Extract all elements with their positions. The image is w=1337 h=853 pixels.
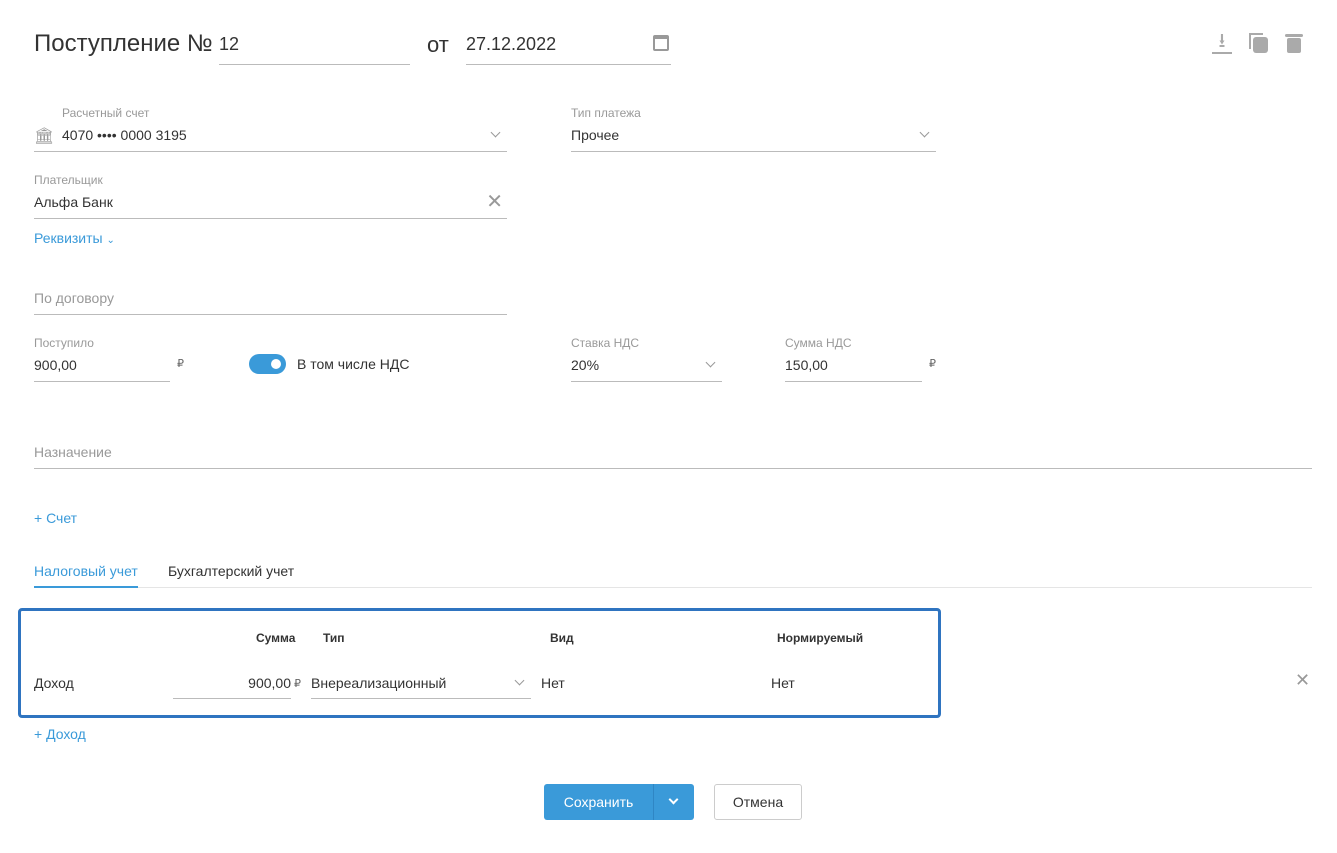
chevron-down-icon bbox=[919, 127, 930, 138]
currency-ruble: ₽ bbox=[929, 358, 936, 370]
row-type-select[interactable]: Внереализационный bbox=[311, 667, 531, 699]
details-link-label: Реквизиты bbox=[34, 230, 103, 246]
payment-type-select[interactable]: Прочее bbox=[571, 122, 936, 152]
chevron-down-icon: ⌄ bbox=[106, 235, 115, 246]
delete-icon[interactable] bbox=[1285, 32, 1303, 54]
add-income-link[interactable]: + Доход bbox=[34, 726, 86, 742]
currency-ruble: ₽ bbox=[294, 678, 301, 690]
purpose-placeholder: Назначение bbox=[34, 444, 112, 460]
received-input[interactable]: 900,00 bbox=[34, 352, 170, 382]
date-value: 27.12.2022 bbox=[466, 34, 557, 54]
vat-rate-value: 20% bbox=[571, 357, 600, 373]
document-number-value: 12 bbox=[219, 34, 240, 54]
tabs: Налоговый учет Бухгалтерский учет bbox=[34, 556, 1312, 588]
header-normalized: Нормируемый bbox=[777, 631, 864, 645]
tab-tax[interactable]: Налоговый учет bbox=[34, 563, 138, 588]
row-name: Доход bbox=[34, 675, 74, 691]
vat-toggle[interactable] bbox=[249, 354, 286, 374]
row-sum-input[interactable]: 900,00 bbox=[173, 667, 291, 699]
account-value: 4070 •••• 0000 3195 bbox=[62, 127, 187, 143]
payer-input[interactable]: Альфа Банк ✕ bbox=[34, 189, 507, 219]
date-prefix: от bbox=[427, 32, 449, 57]
bank-icon: 🏛 bbox=[34, 128, 55, 145]
row-type-value: Внереализационный bbox=[311, 675, 447, 691]
save-button-group: Сохранить bbox=[544, 784, 694, 820]
vat-sum-value: 150,00 bbox=[785, 357, 828, 373]
vat-rate-label: Ставка НДС bbox=[571, 336, 640, 350]
vat-sum-input[interactable]: 150,00 bbox=[785, 352, 922, 382]
date-input[interactable]: 27.12.2022 bbox=[466, 30, 671, 65]
save-button[interactable]: Сохранить bbox=[544, 784, 653, 820]
chevron-down-icon bbox=[668, 794, 679, 805]
vat-rate-select[interactable]: 20% bbox=[571, 352, 722, 382]
calendar-icon[interactable] bbox=[653, 35, 669, 51]
copy-icon[interactable] bbox=[1249, 33, 1269, 53]
payment-type-label: Тип платежа bbox=[571, 106, 641, 120]
vat-sum-label: Сумма НДС bbox=[785, 336, 852, 350]
row-normalized: Нет bbox=[771, 675, 795, 691]
chevron-down-icon bbox=[705, 357, 716, 368]
header-type: Тип bbox=[323, 631, 345, 645]
purpose-input[interactable]: Назначение bbox=[34, 437, 1312, 469]
tab-accounting[interactable]: Бухгалтерский учет bbox=[168, 563, 294, 579]
page-title: Поступление № bbox=[34, 30, 213, 57]
document-number-input[interactable]: 12 bbox=[219, 30, 410, 65]
received-label: Поступило bbox=[34, 336, 94, 350]
row-sum-value: 900,00 bbox=[248, 675, 291, 691]
currency-ruble: ₽ bbox=[177, 358, 184, 370]
income-table: Сумма Тип Вид Нормируемый Доход 900,00 ₽… bbox=[18, 608, 941, 718]
cancel-button[interactable]: Отмена bbox=[714, 784, 802, 820]
header-kind: Вид bbox=[550, 631, 574, 645]
received-value: 900,00 bbox=[34, 357, 77, 373]
clear-icon[interactable]: ✕ bbox=[486, 189, 503, 214]
save-options-button[interactable] bbox=[654, 784, 694, 820]
chevron-down-icon bbox=[514, 675, 525, 686]
payer-label: Плательщик bbox=[34, 173, 103, 187]
download-icon[interactable]: ⭳ bbox=[1212, 31, 1232, 54]
payment-type-value: Прочее bbox=[571, 127, 620, 143]
account-label: Расчетный счет bbox=[62, 106, 150, 120]
remove-row-icon[interactable]: ✕ bbox=[1295, 670, 1310, 691]
contract-placeholder: По договору bbox=[34, 290, 114, 306]
payer-value: Альфа Банк bbox=[34, 194, 113, 210]
row-kind: Нет bbox=[541, 675, 565, 691]
chevron-down-icon bbox=[490, 127, 501, 138]
add-invoice-link[interactable]: + Счет bbox=[34, 510, 77, 526]
details-link[interactable]: Реквизиты ⌄ bbox=[34, 230, 115, 246]
vat-toggle-label: В том числе НДС bbox=[297, 356, 410, 372]
contract-input[interactable]: По договору bbox=[34, 284, 507, 315]
header-sum: Сумма bbox=[256, 631, 296, 645]
account-select[interactable]: 🏛 4070 •••• 0000 3195 bbox=[34, 122, 507, 152]
